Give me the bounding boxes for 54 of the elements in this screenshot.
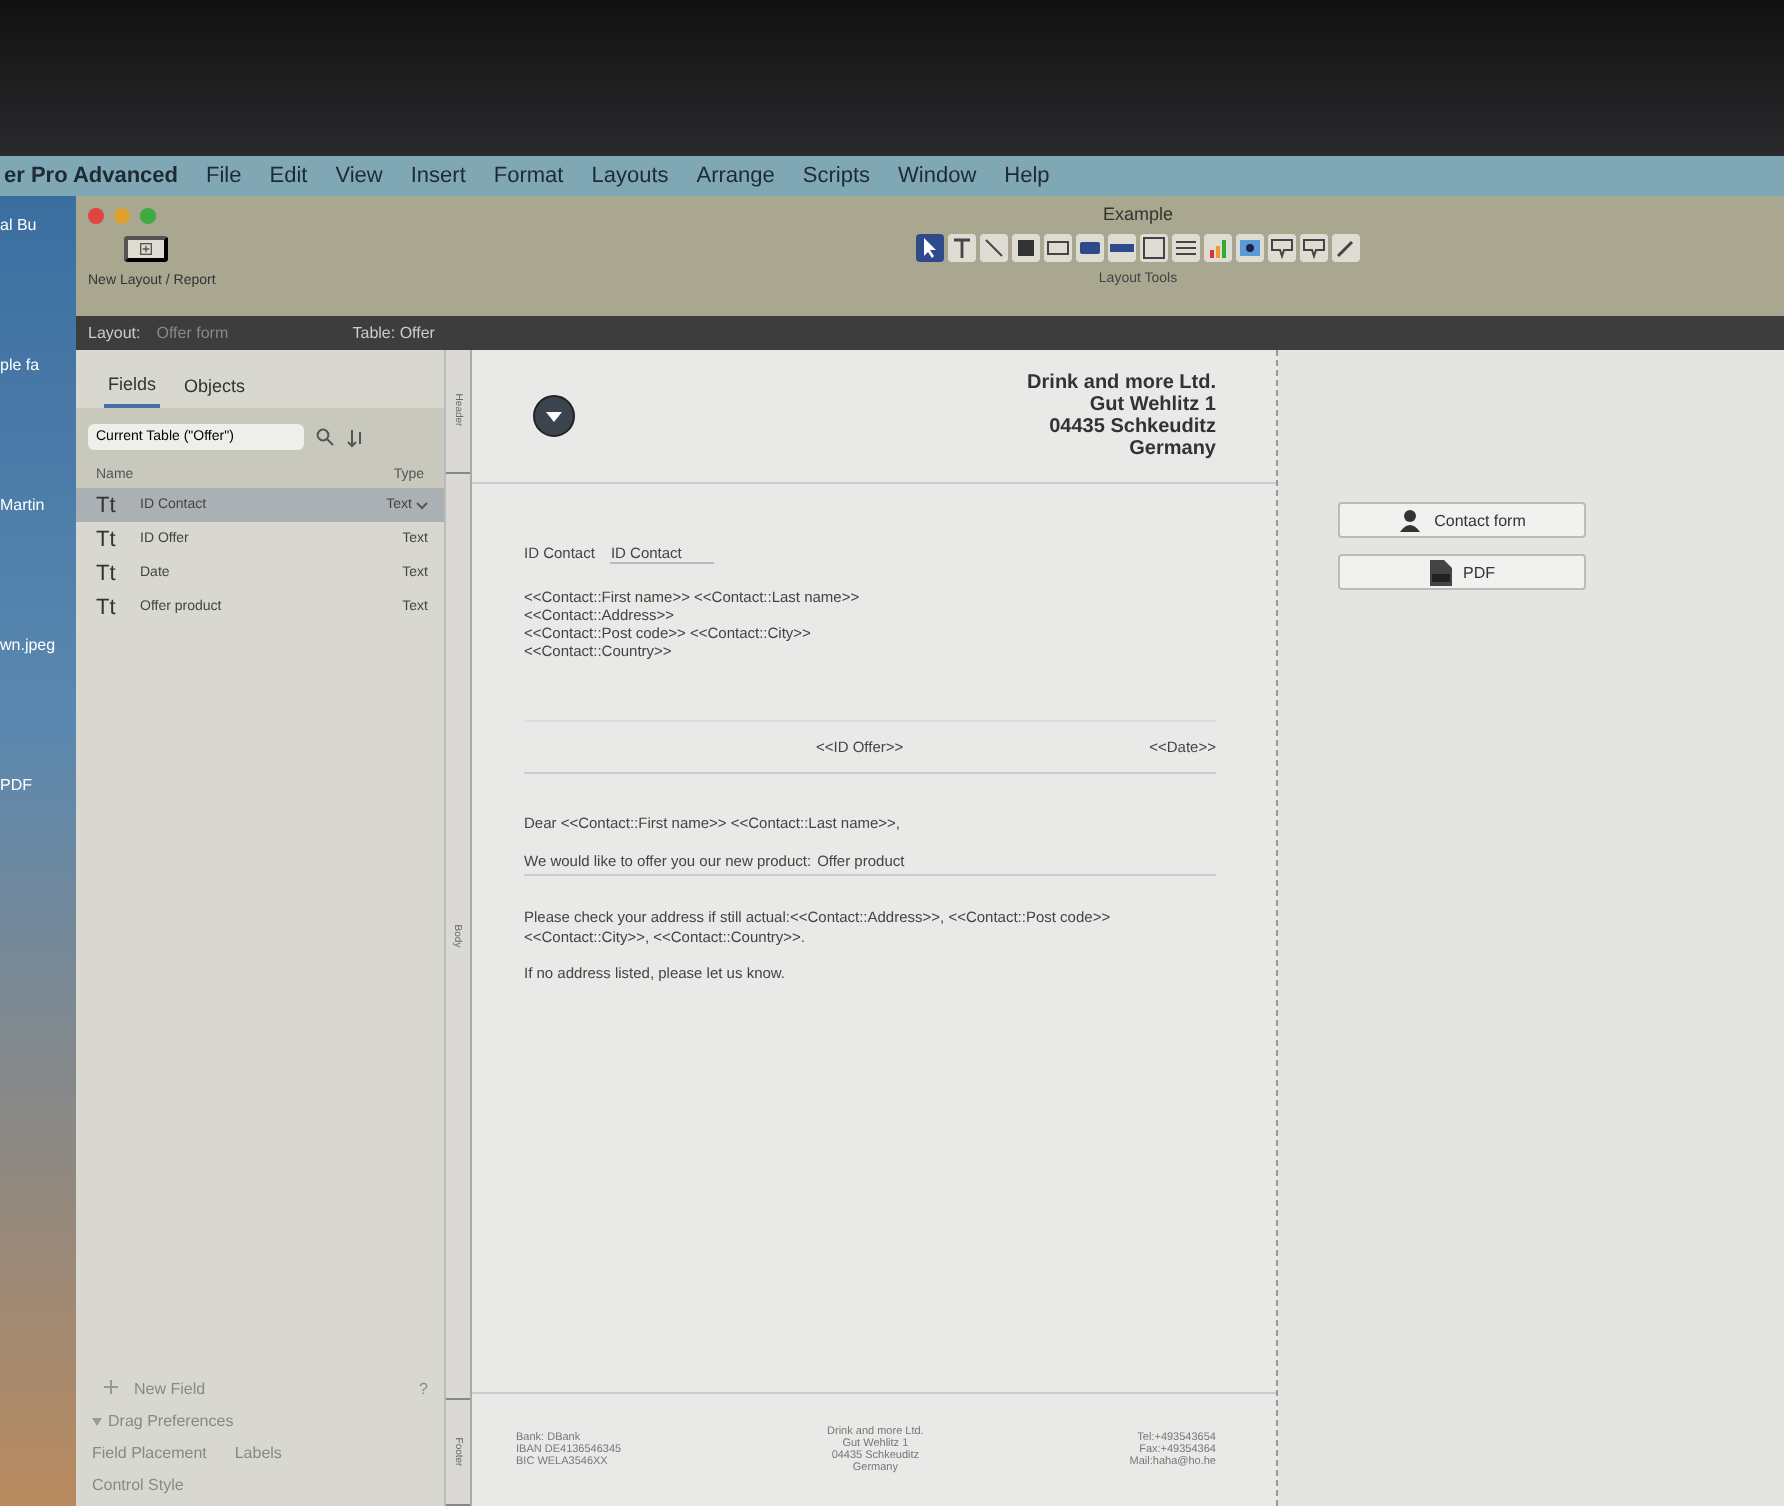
- desktop-icon-label[interactable]: ple fa: [0, 356, 76, 392]
- menu-item[interactable]: Help: [1004, 164, 1050, 188]
- field-placement-label: Field Placement: [92, 1444, 207, 1462]
- desktop-icon-label[interactable]: Martin: [0, 496, 76, 532]
- chevron-icon[interactable]: [416, 501, 428, 509]
- button-tool-icon[interactable]: [1076, 234, 1104, 262]
- menu-item[interactable]: Window: [898, 164, 977, 188]
- menu-item[interactable]: Edit: [269, 164, 308, 188]
- menu-item[interactable]: Insert: [410, 164, 466, 188]
- sort-icon[interactable]: [346, 427, 366, 447]
- menu-item[interactable]: File: [206, 164, 242, 188]
- contact-button[interactable]: Contact form: [1338, 502, 1586, 538]
- field-tool-icon[interactable]: [1044, 234, 1072, 262]
- text-type-label: Tt: [96, 595, 118, 619]
- control-style-label: Control Style: [92, 1476, 186, 1494]
- text-type-label: Tt: [96, 527, 118, 551]
- logo-icon: [532, 394, 576, 438]
- menu-item[interactable]: Arrange: [696, 164, 775, 188]
- layout-selector[interactable]: Offer form: [156, 324, 337, 342]
- list-tool-icon[interactable]: [1172, 234, 1200, 262]
- window-title: Example: [1102, 204, 1173, 224]
- text-type-label: Tt: [96, 561, 118, 585]
- menu-item[interactable]: Scripts: [802, 164, 871, 188]
- company-address-line: Gut Wehlitz 1: [1089, 394, 1216, 416]
- labels-label: Labels: [234, 1444, 282, 1462]
- company-address-line: 04435 Schkeuditz: [1049, 416, 1216, 438]
- line-tool-icon[interactable]: [980, 234, 1008, 262]
- plus-icon: [140, 240, 152, 258]
- disclosure-triangle-icon: [92, 1418, 102, 1426]
- menu-item[interactable]: View: [335, 164, 383, 188]
- layout-label: Layout:: [88, 324, 141, 342]
- popover-tool-icon[interactable]: [1300, 234, 1328, 262]
- search-icon[interactable]: [316, 428, 334, 446]
- plus-icon: [104, 1380, 118, 1394]
- company-address-line: Germany: [1129, 438, 1216, 460]
- desktop-icon-label[interactable]: PDF: [0, 776, 76, 812]
- panel-tab[interactable]: Objects: [180, 374, 250, 408]
- buttonbar-tool-icon[interactable]: [1108, 234, 1136, 262]
- menu-item[interactable]: Layouts: [591, 164, 669, 188]
- app-menu[interactable]: er Pro Advanced: [4, 164, 179, 188]
- table-label: Table: Offer: [352, 324, 435, 342]
- person-icon: [1398, 508, 1423, 532]
- shape-tool-icon[interactable]: [1012, 234, 1040, 262]
- document-icon: [1429, 559, 1451, 585]
- menu-item[interactable]: Format: [493, 164, 564, 188]
- pointer-tool-icon[interactable]: [916, 234, 944, 262]
- text-type-label: Tt: [96, 493, 118, 517]
- company-address-line: Drink and more Ltd.: [1027, 372, 1216, 394]
- pdf-button[interactable]: PDF: [1338, 554, 1586, 590]
- popover-tool-icon[interactable]: [1268, 234, 1296, 262]
- desktop-icon-label[interactable]: al Bu: [0, 216, 76, 252]
- desktop-icon-label[interactable]: wn.jpeg: [0, 636, 76, 672]
- text-tool-icon[interactable]: [948, 234, 976, 262]
- new-layout-button[interactable]: [124, 236, 168, 262]
